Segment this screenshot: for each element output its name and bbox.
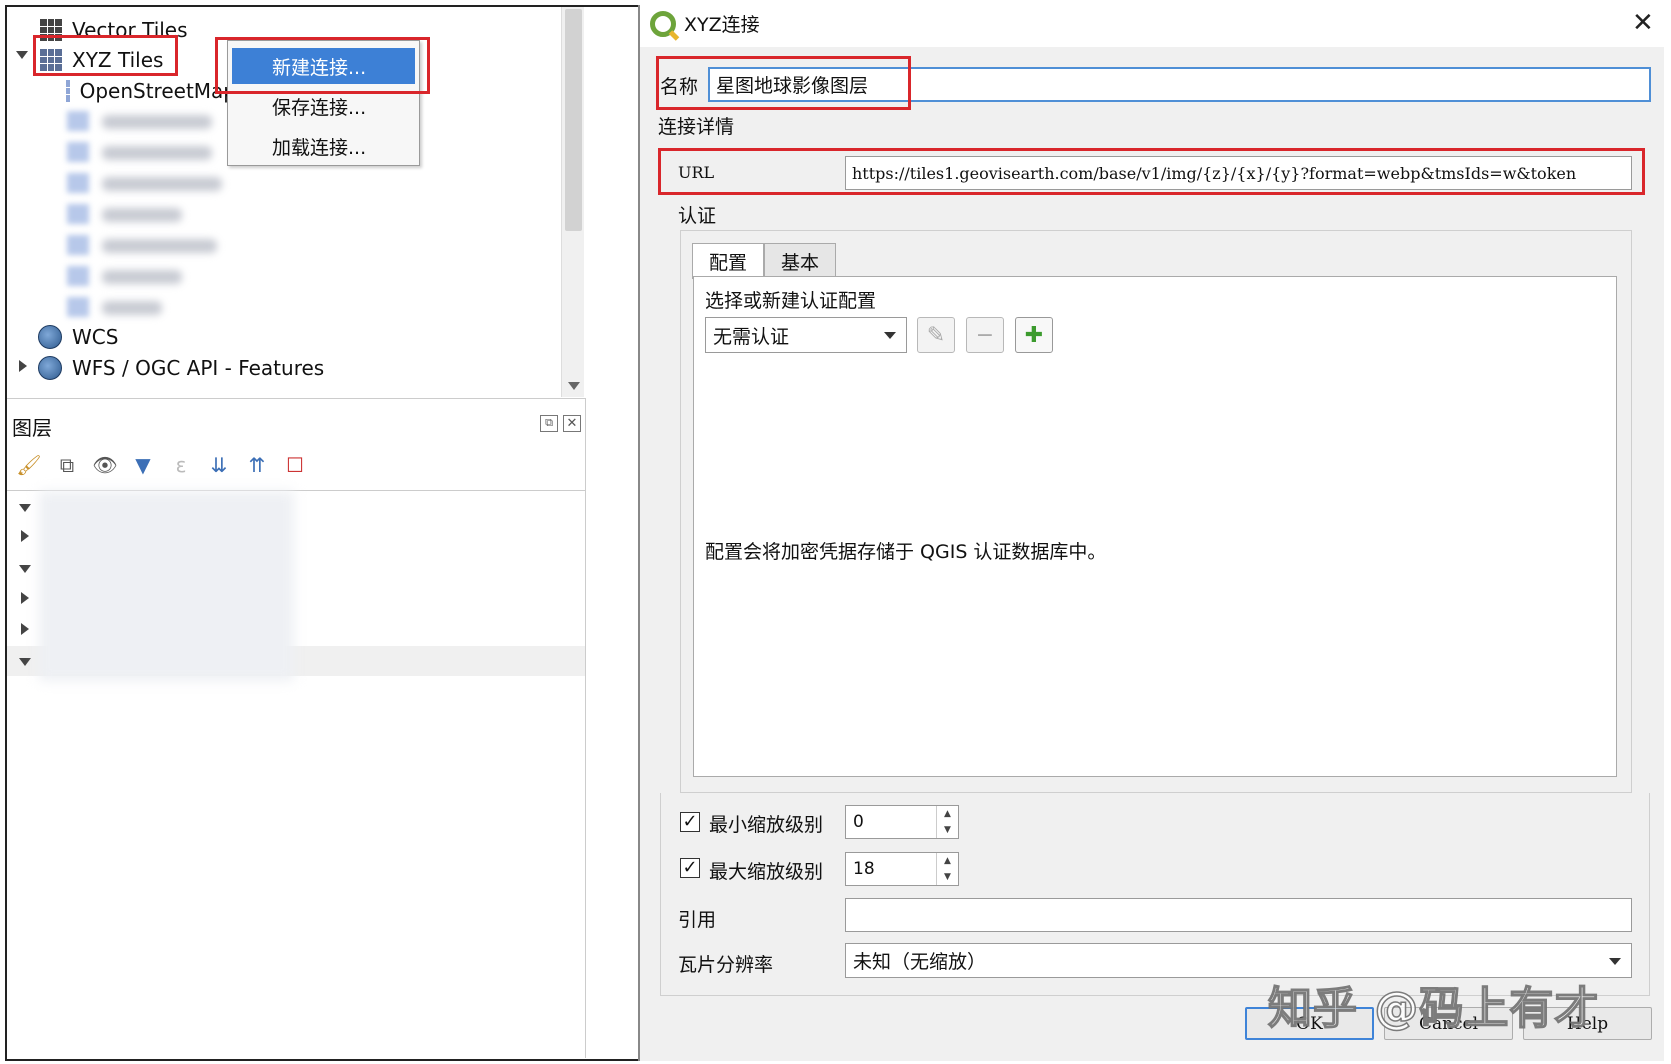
layer-list	[7, 490, 585, 1056]
blurred-layers	[39, 491, 294, 681]
dialog-title: XYZ连接	[650, 10, 760, 37]
browser-scrollbar[interactable]	[561, 7, 584, 397]
expand-all-icon[interactable]: ⇊	[206, 452, 232, 478]
expand-arrow-icon[interactable]	[19, 658, 31, 666]
highlight-new-connection	[215, 37, 430, 94]
tab-config[interactable]: 配置	[692, 243, 765, 279]
dialog-titlebar	[640, 5, 1664, 47]
layers-panel-title: 图层	[12, 416, 52, 440]
collapse-arrow-icon[interactable]	[19, 360, 27, 372]
menu-item-load-connections[interactable]: 加载连接...	[232, 128, 415, 164]
blurred-layer-icon	[67, 297, 89, 317]
style-brush-icon[interactable]: 🖌	[16, 452, 42, 478]
blurred-layer-label	[102, 270, 182, 284]
remove-layer-icon[interactable]: ☐	[282, 452, 308, 478]
filter-icon[interactable]: ▼	[130, 452, 156, 478]
expand-arrow-icon[interactable]	[19, 504, 31, 512]
blurred-layer-label	[102, 177, 222, 191]
blurred-layer-label	[102, 239, 217, 253]
visibility-eye-icon[interactable]: 👁	[92, 452, 118, 478]
collapse-arrow-icon[interactable]	[21, 623, 29, 635]
tree-item-wfs[interactable]: WFS / OGC API - Features	[38, 353, 324, 383]
tree-item-openstreetmap[interactable]: OpenStreetMap	[66, 76, 236, 106]
float-panel-icon[interactable]: ⧉	[540, 415, 558, 432]
highlight-url	[658, 148, 1645, 195]
expand-arrow-icon[interactable]	[16, 51, 28, 59]
collapse-arrow-icon[interactable]	[21, 592, 29, 604]
tree-item-label: WFS / OGC API - Features	[72, 356, 325, 380]
edit-auth-button[interactable]: ✎	[917, 317, 955, 353]
connection-details-label: 连接详情	[658, 116, 735, 138]
highlight-xyz-tiles	[33, 35, 178, 76]
expand-arrow-icon[interactable]	[19, 565, 31, 573]
blurred-layer-label	[102, 146, 212, 160]
dialog-title-text: XYZ连接	[684, 14, 760, 36]
minus-icon: −	[975, 322, 995, 348]
auth-combo-value: 无需认证	[713, 325, 790, 348]
blurred-layer-label	[102, 208, 182, 222]
auth-select-label: 选择或新建认证配置	[705, 290, 877, 312]
dropdown-arrow-icon	[884, 332, 896, 339]
panel-divider	[585, 398, 586, 1058]
connection-groupbox-bottom	[660, 793, 1650, 996]
scroll-down-arrow-icon[interactable]	[568, 382, 580, 390]
highlight-name	[656, 56, 911, 110]
tree-item-label: WCS	[72, 325, 119, 349]
blurred-layer-label	[102, 115, 212, 129]
scrollbar-thumb[interactable]	[565, 9, 582, 231]
auth-tabbar: 配置 基本	[692, 243, 837, 279]
panel-splitter[interactable]	[7, 398, 585, 406]
blurred-layer-icon	[67, 142, 89, 162]
close-icon[interactable]: ✕	[1632, 8, 1654, 38]
auth-label: 认证	[678, 205, 717, 227]
tree-item-wcs[interactable]: WCS	[38, 322, 118, 352]
collapse-arrow-icon[interactable]	[21, 530, 29, 542]
blurred-layer-icon	[67, 266, 89, 286]
blurred-layer-icon	[67, 204, 89, 224]
blurred-layer-icon	[67, 173, 89, 193]
pencil-icon: ✎	[926, 322, 946, 348]
tree-item-label: OpenStreetMap	[79, 79, 236, 103]
collapse-all-icon[interactable]: ⇈	[244, 452, 270, 478]
zhihu-watermark: 知乎 @码上有才	[1267, 982, 1600, 1035]
plus-icon: ✚	[1024, 322, 1044, 348]
tab-basic[interactable]: 基本	[764, 243, 837, 278]
blurred-layer-label	[102, 301, 162, 315]
blurred-layer-icon	[67, 235, 89, 255]
wcs-globe-icon	[38, 325, 62, 349]
remove-auth-button[interactable]: −	[966, 317, 1004, 353]
qgis-logo-icon	[650, 10, 676, 37]
add-auth-button[interactable]: ✚	[1015, 317, 1053, 353]
xyz-layer-icon	[66, 80, 70, 102]
auth-config-combo[interactable]: 无需认证	[705, 317, 907, 353]
layers-toolbar: 🖌 ⧉ 👁 ▼ ε ⇊ ⇈ ☐	[16, 450, 308, 480]
wfs-globe-icon	[38, 356, 62, 380]
expression-filter-icon[interactable]: ε	[168, 452, 194, 478]
add-group-icon[interactable]: ⧉	[54, 452, 80, 478]
auth-note: 配置会将加密凭据存储于 QGIS 认证数据库中。	[705, 541, 1107, 563]
close-panel-icon[interactable]: ✕	[563, 415, 581, 432]
blurred-layer-icon	[67, 111, 89, 131]
